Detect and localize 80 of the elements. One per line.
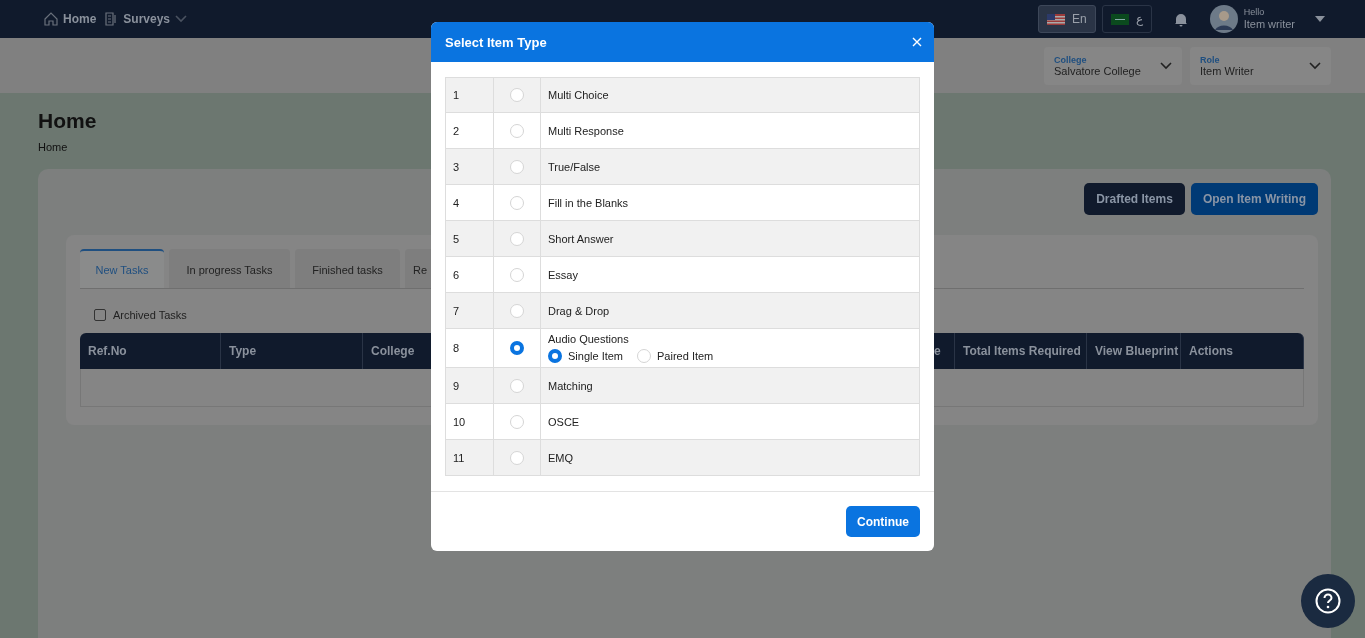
item-type-row[interactable]: 9 Matching xyxy=(445,368,920,404)
item-type-label: Audio Questions xyxy=(548,333,629,345)
column-header: Ref.No xyxy=(80,333,221,369)
filter-value: Item Writer xyxy=(1200,64,1254,77)
radio-label: Single Item xyxy=(568,350,624,362)
column-header: e xyxy=(934,333,955,369)
row-number: 7 xyxy=(453,304,460,317)
question-icon xyxy=(1315,588,1341,614)
flag-icon xyxy=(1110,13,1129,25)
radio-button[interactable] xyxy=(510,341,524,355)
filter-dropdown[interactable]: Role Item Writer xyxy=(1190,46,1331,85)
continue-button[interactable]: Continue xyxy=(846,506,920,537)
filter-value: Salvatore College xyxy=(1054,64,1141,77)
row-number: 9 xyxy=(453,379,460,392)
language-button[interactable]: ع xyxy=(1101,5,1152,33)
chevron-down-icon xyxy=(1309,61,1321,70)
row-number: 8 xyxy=(453,342,460,354)
row-number: 4 xyxy=(453,196,460,209)
item-type-label: EMQ xyxy=(548,451,574,464)
item-type-row[interactable]: 8 Audio Questions Single Item Paired Item xyxy=(445,329,920,368)
item-type-row[interactable]: 7 Drag & Drop xyxy=(445,293,920,329)
row-number: 5 xyxy=(453,232,460,245)
nav-link[interactable]: Home xyxy=(44,12,97,26)
item-type-row[interactable]: 10 OSCE xyxy=(445,404,920,440)
item-type-row[interactable]: 1 Multi Choice xyxy=(445,77,920,113)
checkbox[interactable] xyxy=(94,309,106,321)
item-type-row[interactable]: 4 Fill in the Blanks xyxy=(445,185,920,221)
chevron-down-icon xyxy=(175,15,188,23)
item-type-row[interactable]: 2 Multi Response xyxy=(445,113,920,149)
item-type-label: Essay xyxy=(548,268,578,281)
item-type-label: Fill in the Blanks xyxy=(548,196,629,209)
help-button[interactable] xyxy=(1301,574,1355,628)
item-type-label: Multi Response xyxy=(548,124,624,137)
caret-down-icon[interactable] xyxy=(1315,16,1325,22)
filter-label: Role xyxy=(1200,54,1221,65)
action-button[interactable]: Open Item Writing xyxy=(1190,183,1318,215)
modal-title: Select Item Type xyxy=(445,34,547,50)
nav-link-label[interactable]: Surveys xyxy=(123,12,171,26)
item-type-label: Short Answer xyxy=(548,232,614,245)
nav-link[interactable]: Surveys xyxy=(104,12,188,26)
flag-icon xyxy=(1046,13,1065,25)
page-title: Home xyxy=(38,109,97,133)
item-type-row[interactable]: 11 EMQ xyxy=(445,440,920,476)
item-type-label: Multi Choice xyxy=(548,89,609,101)
row-number: 10 xyxy=(453,415,466,428)
item-type-row[interactable]: 3 True/False xyxy=(445,149,920,185)
document-icon xyxy=(104,12,119,26)
item-type-label: Matching xyxy=(548,379,593,392)
item-type-row[interactable]: 5 Short Answer xyxy=(445,221,920,257)
breadcrumb[interactable]: Home xyxy=(38,141,68,153)
column-header: Actions xyxy=(1181,333,1304,369)
home-icon xyxy=(44,12,58,26)
row-number: 1 xyxy=(453,89,460,101)
action-button[interactable]: Drafted Items xyxy=(1084,183,1185,215)
column-header: View Blueprint xyxy=(1087,333,1181,369)
column-header: Type xyxy=(221,333,363,369)
nav-link-label[interactable]: Home xyxy=(63,12,97,26)
filter-dropdown[interactable]: College Salvatore College xyxy=(1044,46,1182,85)
avatar-icon[interactable] xyxy=(1209,5,1238,33)
item-type-label: True/False xyxy=(548,160,601,173)
row-number: 2 xyxy=(453,124,460,137)
checkbox-label: Archived Tasks xyxy=(113,309,187,321)
row-number: 3 xyxy=(453,160,460,173)
item-type-label: OSCE xyxy=(548,415,580,428)
greeting-text: Hello xyxy=(1243,8,1266,18)
user-name[interactable]: Item writer xyxy=(1243,17,1295,30)
filter-label: College xyxy=(1054,54,1088,65)
language-button[interactable]: En xyxy=(1037,5,1096,33)
tab[interactable]: In progress Tasks xyxy=(169,249,290,288)
bell-icon[interactable] xyxy=(1173,11,1188,27)
chevron-down-icon xyxy=(1160,61,1172,70)
close-icon[interactable] xyxy=(912,37,922,47)
radio-button[interactable] xyxy=(548,349,562,363)
tab[interactable]: Finished tasks xyxy=(295,249,400,288)
row-number: 11 xyxy=(453,451,465,464)
radio-label: Paired Item xyxy=(657,350,714,362)
item-type-label: Drag & Drop xyxy=(548,304,610,317)
row-number: 6 xyxy=(453,268,460,281)
item-type-row[interactable]: 6 Essay xyxy=(445,257,920,293)
column-header: Total Items Required xyxy=(955,333,1087,369)
